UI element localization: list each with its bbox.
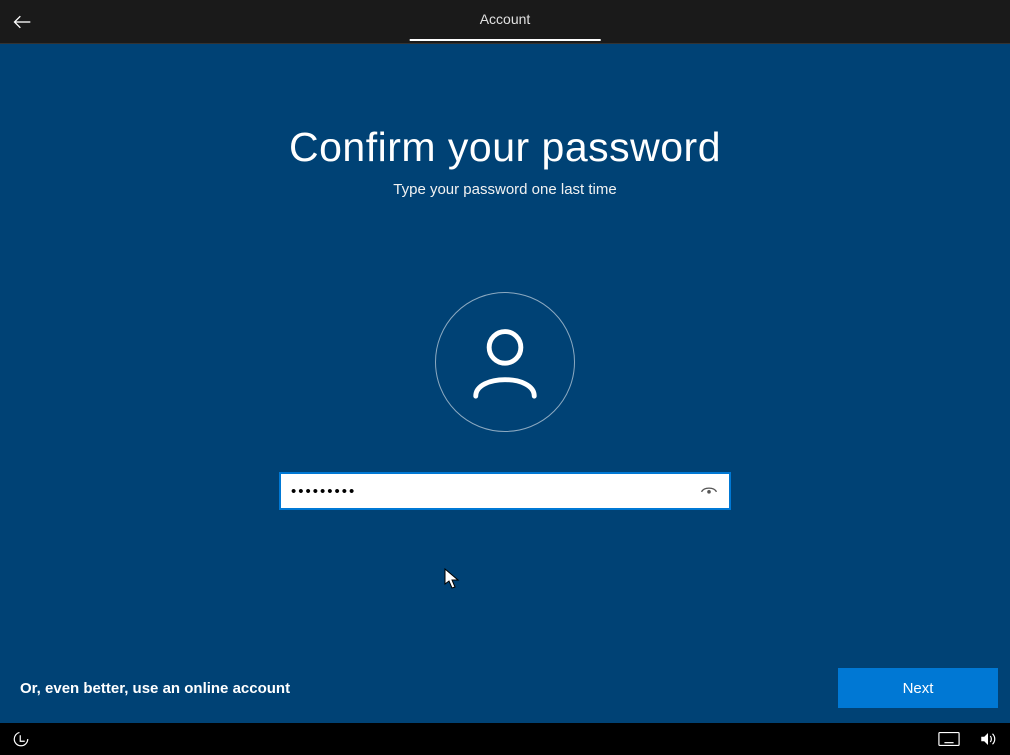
on-screen-keyboard-button[interactable] xyxy=(938,731,960,747)
use-online-account-link[interactable]: Or, even better, use an online account xyxy=(12,680,290,697)
mouse-cursor-icon xyxy=(444,568,460,590)
system-tray-bar xyxy=(0,723,1010,755)
back-arrow-icon xyxy=(12,12,32,32)
password-input[interactable] xyxy=(281,474,689,508)
accessibility-button[interactable] xyxy=(12,730,30,748)
keyboard-icon xyxy=(938,731,960,747)
step-indicator: Account xyxy=(410,0,601,41)
page-subtitle: Type your password one last time xyxy=(0,181,1010,198)
next-button[interactable]: Next xyxy=(838,668,998,708)
footer-row: Or, even better, use an online account N… xyxy=(0,653,1010,723)
main-panel: Confirm your password Type your password… xyxy=(0,44,1010,723)
accessibility-icon xyxy=(12,730,30,748)
avatar xyxy=(435,292,575,432)
password-field-container xyxy=(279,472,731,510)
user-icon xyxy=(466,323,544,401)
title-bar: Account xyxy=(0,0,1010,44)
password-reveal-button[interactable] xyxy=(689,474,729,508)
back-button[interactable] xyxy=(0,0,44,44)
volume-button[interactable] xyxy=(978,730,998,748)
volume-icon xyxy=(978,730,998,748)
password-reveal-icon xyxy=(699,481,719,501)
page-title: Confirm your password xyxy=(0,124,1010,171)
